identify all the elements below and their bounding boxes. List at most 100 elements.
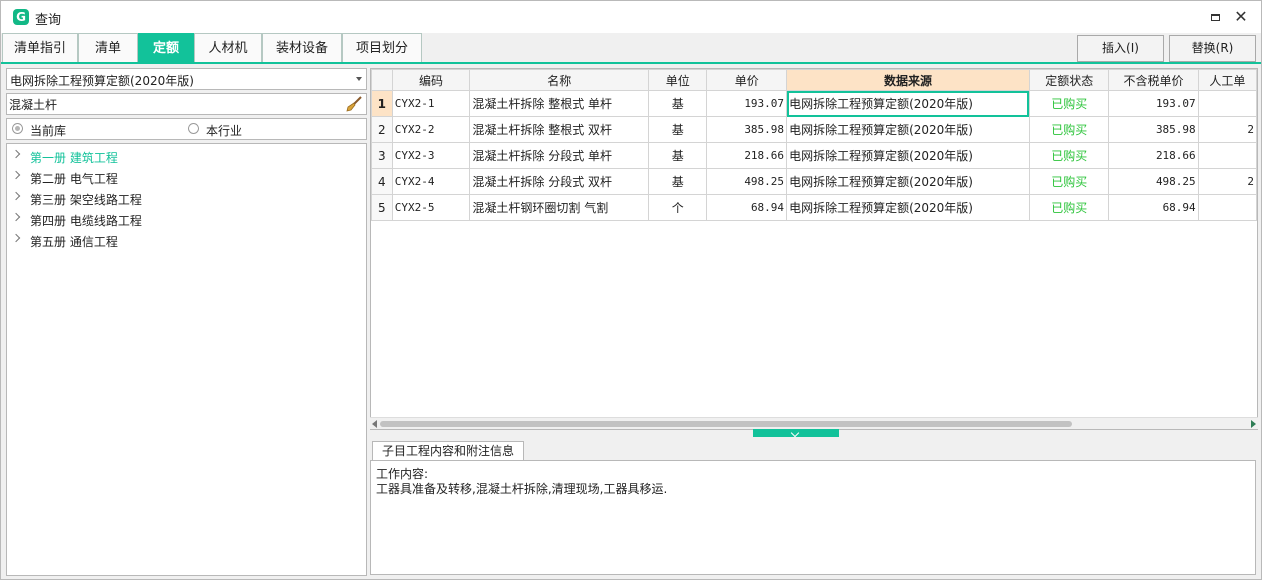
- cell-labor[interactable]: 2: [1197, 168, 1257, 195]
- col-header-status[interactable]: 定额状态: [1028, 69, 1110, 91]
- cell-code[interactable]: CYX2-5: [391, 194, 471, 221]
- cell-status[interactable]: 已购买: [1028, 90, 1110, 117]
- app-logo-icon: G: [13, 9, 29, 25]
- cell-unit[interactable]: 基: [648, 168, 708, 195]
- cell-name[interactable]: 混凝土杆拆除 整根式 单杆: [469, 90, 650, 117]
- cell-unit[interactable]: 基: [648, 116, 708, 143]
- tree-item-label: 第一册 建筑工程: [30, 151, 118, 165]
- table-header-row: 编码 名称 单位 单价 数据来源 定额状态 不含税单价 人工单: [371, 69, 1257, 91]
- horizontal-scrollbar[interactable]: [370, 417, 1258, 429]
- col-header-price[interactable]: 单价: [706, 69, 788, 91]
- cell-code[interactable]: CYX2-3: [391, 142, 471, 169]
- tree-item-volume-5[interactable]: 第五册 通信工程: [7, 230, 366, 250]
- cell-unit[interactable]: 基: [648, 90, 708, 117]
- cell-unit[interactable]: 个: [648, 194, 708, 221]
- cell-code[interactable]: CYX2-4: [391, 168, 471, 195]
- col-header-code[interactable]: 编码: [391, 69, 471, 91]
- cell-price[interactable]: 498.25: [706, 168, 788, 195]
- cell-status[interactable]: 已购买: [1028, 142, 1110, 169]
- cell-code[interactable]: CYX2-1: [391, 90, 471, 117]
- col-header-unit[interactable]: 单位: [648, 69, 708, 91]
- cell-labor[interactable]: 2: [1197, 116, 1257, 143]
- cell-status[interactable]: 已购买: [1028, 194, 1110, 221]
- cell-name[interactable]: 混凝土杆拆除 分段式 双杆: [469, 168, 650, 195]
- tree-item-label: 第五册 通信工程: [30, 235, 118, 249]
- chevron-right-icon[interactable]: [11, 233, 21, 243]
- chevron-right-icon[interactable]: [11, 191, 21, 201]
- cell-price[interactable]: 193.07: [706, 90, 788, 117]
- table-row[interactable]: 2 CYX2-2 混凝土杆拆除 整根式 双杆 基 385.98 电网拆除工程预算…: [371, 116, 1257, 143]
- cell-price[interactable]: 68.94: [706, 194, 788, 221]
- cell-notax-price[interactable]: 68.94: [1108, 194, 1199, 221]
- col-header-notax-price[interactable]: 不含税单价: [1108, 69, 1199, 91]
- tab-equipment[interactable]: 装材设备: [262, 33, 342, 63]
- table-row[interactable]: 3 CYX2-3 混凝土杆拆除 分段式 单杆 基 218.66 电网拆除工程预算…: [371, 142, 1257, 169]
- tab-bill-guide[interactable]: 清单指引: [2, 33, 78, 63]
- broom-icon[interactable]: [345, 95, 363, 113]
- chevron-right-icon[interactable]: [11, 212, 21, 222]
- cell-status[interactable]: 已购买: [1028, 168, 1110, 195]
- library-select[interactable]: 电网拆除工程预算定额(2020年版): [6, 68, 367, 90]
- scope-radio-industry[interactable]: [188, 123, 199, 134]
- maximize-button[interactable]: [1205, 7, 1225, 27]
- scope-selector: 当前库 本行业: [6, 118, 367, 140]
- scope-label-industry: 本行业: [206, 124, 243, 138]
- row-number[interactable]: 3: [371, 142, 393, 169]
- table-row[interactable]: 4 CYX2-4 混凝土杆拆除 分段式 双杆 基 498.25 电网拆除工程预算…: [371, 168, 1257, 195]
- cell-labor[interactable]: [1197, 194, 1257, 221]
- col-header-name[interactable]: 名称: [469, 69, 650, 91]
- cell-labor[interactable]: [1197, 90, 1257, 117]
- cell-name[interactable]: 混凝土杆拆除 整根式 双杆: [469, 116, 650, 143]
- row-number[interactable]: 4: [371, 168, 393, 195]
- cell-source[interactable]: 电网拆除工程预算定额(2020年版): [786, 142, 1030, 169]
- cell-code[interactable]: CYX2-2: [391, 116, 471, 143]
- row-number[interactable]: 2: [371, 116, 393, 143]
- insert-button[interactable]: 插入(I): [1077, 35, 1164, 62]
- tab-quota[interactable]: 定额: [138, 33, 194, 63]
- cell-source[interactable]: 电网拆除工程预算定额(2020年版): [786, 194, 1030, 221]
- close-button[interactable]: ✕: [1231, 7, 1251, 27]
- chevron-right-icon[interactable]: [11, 170, 21, 180]
- tree-item-volume-2[interactable]: 第二册 电气工程: [7, 167, 366, 187]
- cell-name[interactable]: 混凝土杆钢环圈切割 气割: [469, 194, 650, 221]
- panel-splitter-handle[interactable]: [753, 429, 839, 437]
- replace-button[interactable]: 替换(R): [1169, 35, 1256, 62]
- cell-name[interactable]: 混凝土杆拆除 分段式 单杆: [469, 142, 650, 169]
- scrollbar-thumb[interactable]: [380, 421, 1072, 427]
- scope-radio-current[interactable]: [12, 123, 23, 134]
- tab-bill[interactable]: 清单: [78, 33, 138, 63]
- table-row[interactable]: 5 CYX2-5 混凝土杆钢环圈切割 气割 个 68.94 电网拆除工程预算定额…: [371, 194, 1257, 221]
- cell-notax-price[interactable]: 218.66: [1108, 142, 1199, 169]
- tab-labor-material[interactable]: 人材机: [194, 33, 262, 63]
- library-select-value: 电网拆除工程预算定额(2020年版): [10, 74, 194, 88]
- cell-status[interactable]: 已购买: [1028, 116, 1110, 143]
- col-header-labor[interactable]: 人工单: [1197, 69, 1257, 91]
- cell-source[interactable]: 电网拆除工程预算定额(2020年版): [786, 116, 1030, 143]
- maximize-icon: [1210, 13, 1220, 21]
- cell-labor[interactable]: [1197, 142, 1257, 169]
- cell-notax-price[interactable]: 385.98: [1108, 116, 1199, 143]
- cell-source[interactable]: 电网拆除工程预算定额(2020年版): [786, 168, 1030, 195]
- cell-unit[interactable]: 基: [648, 142, 708, 169]
- cell-source[interactable]: 电网拆除工程预算定额(2020年版): [786, 90, 1030, 117]
- tree-item-volume-1[interactable]: 第一册 建筑工程: [7, 146, 366, 166]
- row-number[interactable]: 5: [371, 194, 393, 221]
- cell-price[interactable]: 385.98: [706, 116, 788, 143]
- chevron-down-icon: [356, 77, 362, 81]
- cell-price[interactable]: 218.66: [706, 142, 788, 169]
- row-number[interactable]: 1: [371, 90, 393, 117]
- tab-project-division[interactable]: 项目划分: [342, 33, 422, 63]
- scroll-left-icon[interactable]: [372, 420, 377, 428]
- tree-item-volume-4[interactable]: 第四册 电缆线路工程: [7, 209, 366, 229]
- tree-item-volume-3[interactable]: 第三册 架空线路工程: [7, 188, 366, 208]
- col-header-source[interactable]: 数据来源: [786, 69, 1030, 91]
- scroll-right-icon[interactable]: [1251, 420, 1256, 428]
- tree-item-label: 第四册 电缆线路工程: [30, 214, 142, 228]
- cell-notax-price[interactable]: 193.07: [1108, 90, 1199, 117]
- table-row[interactable]: 1 CYX2-1 混凝土杆拆除 整根式 单杆 基 193.07 电网拆除工程预算…: [371, 90, 1257, 117]
- chevron-right-icon[interactable]: [11, 149, 21, 159]
- cell-notax-price[interactable]: 498.25: [1108, 168, 1199, 195]
- search-input[interactable]: [9, 96, 339, 112]
- query-window: G 查询 ✕ 清单指引 清单 定额 人材机 装材设备 项目划分 插入(I) 替换…: [0, 0, 1262, 580]
- tab-work-content[interactable]: 子目工程内容和附注信息: [372, 441, 524, 461]
